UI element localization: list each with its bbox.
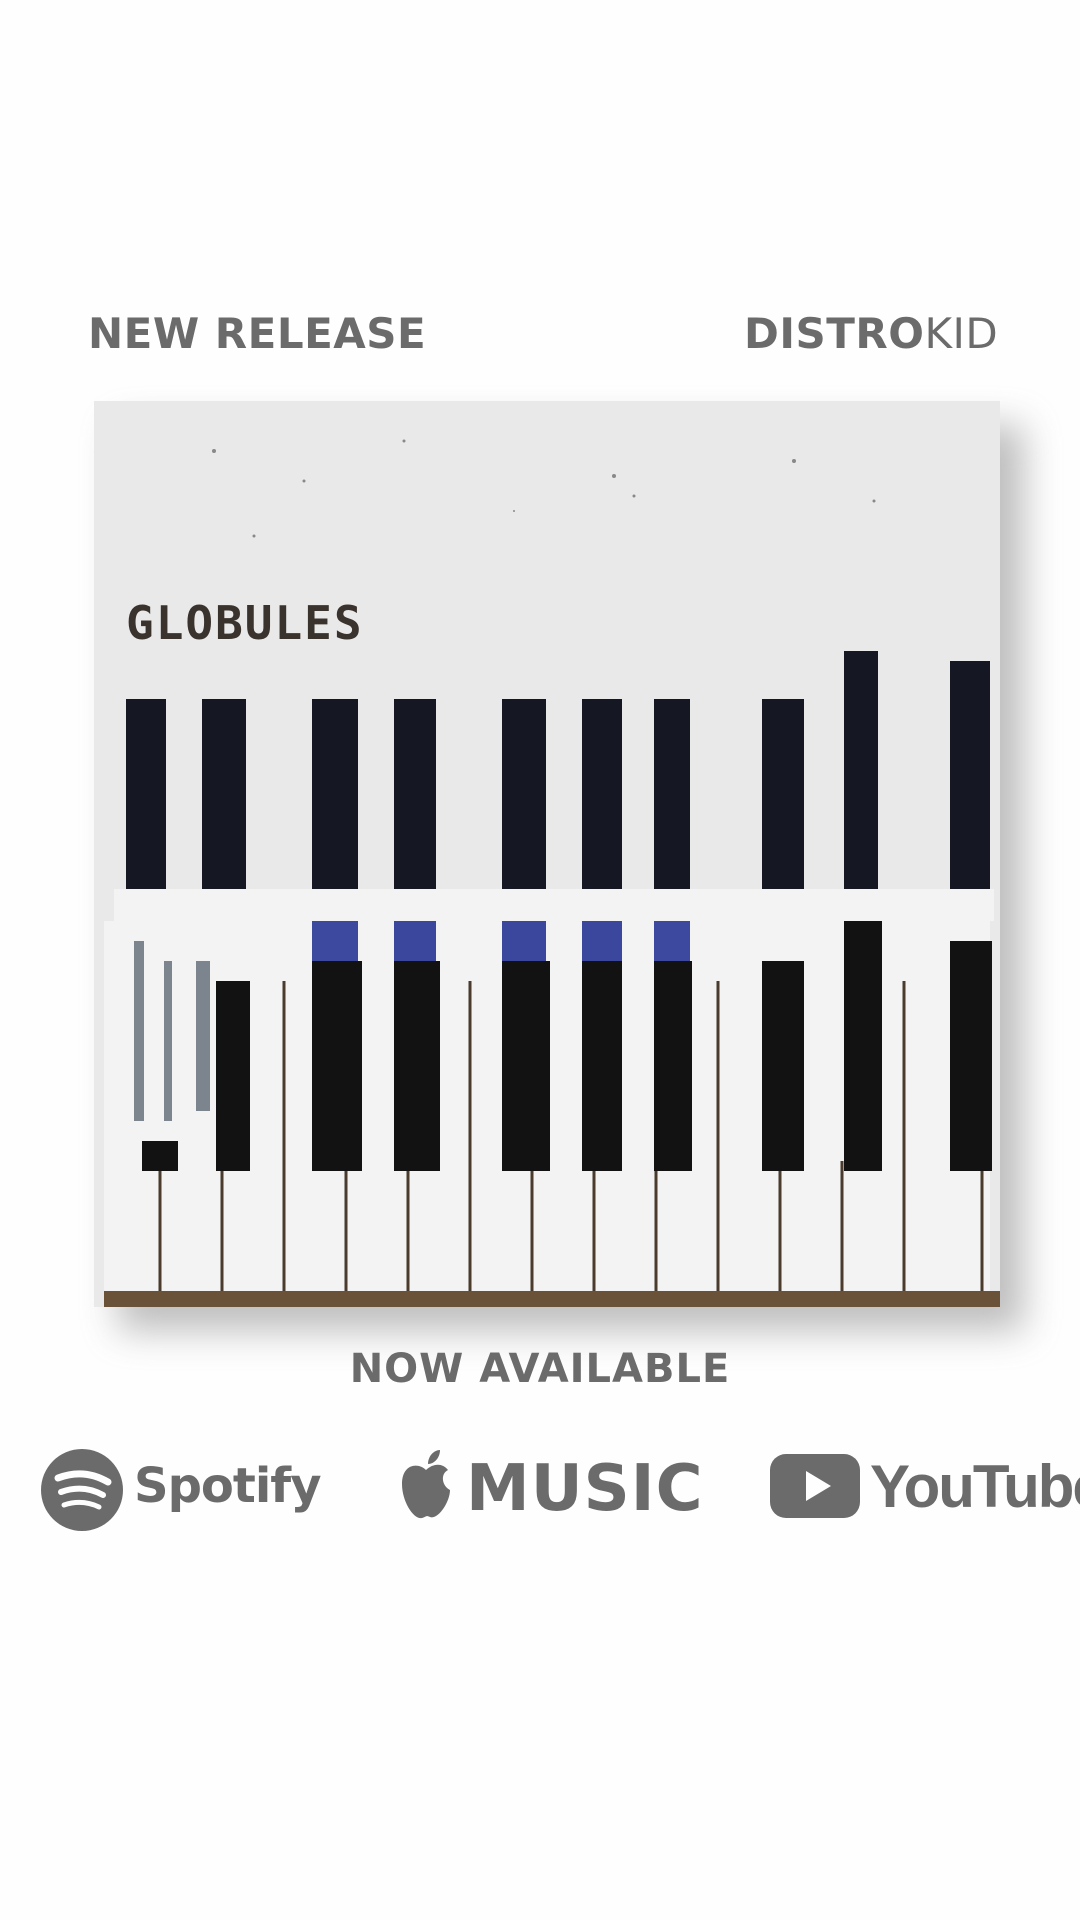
now-available-label: NOW AVAILABLE [349,1346,731,1392]
album-title: GLOBULES [126,596,364,650]
spotify-logo[interactable]: Spotify [40,1448,321,1532]
distrokid-logo-bold: DISTRO [744,309,925,358]
apple-music-logo[interactable]: MUSIC [398,1448,703,1526]
youtube-play-icon [770,1454,860,1518]
new-release-label: NEW RELEASE [88,309,427,358]
distrokid-logo-light: KID [924,309,999,358]
youtube-logo[interactable]: YouTube [770,1453,1080,1522]
album-cover: GLOBULES [94,401,1024,1331]
apple-music-label: MUSIC [466,1452,704,1526]
youtube-label: YouTube [870,1453,1080,1520]
dust-speckles [212,439,876,538]
spotify-icon [41,1449,123,1531]
distrokid-logo: DISTROKID [744,306,998,362]
spotify-label: Spotify [134,1458,321,1514]
piano-keys-artwork [104,439,1000,1307]
platform-logos: Spotify MUSIC YouTube [0,1440,1080,1540]
album-artwork: GLOBULES [94,401,1000,1307]
apple-icon [402,1450,450,1519]
